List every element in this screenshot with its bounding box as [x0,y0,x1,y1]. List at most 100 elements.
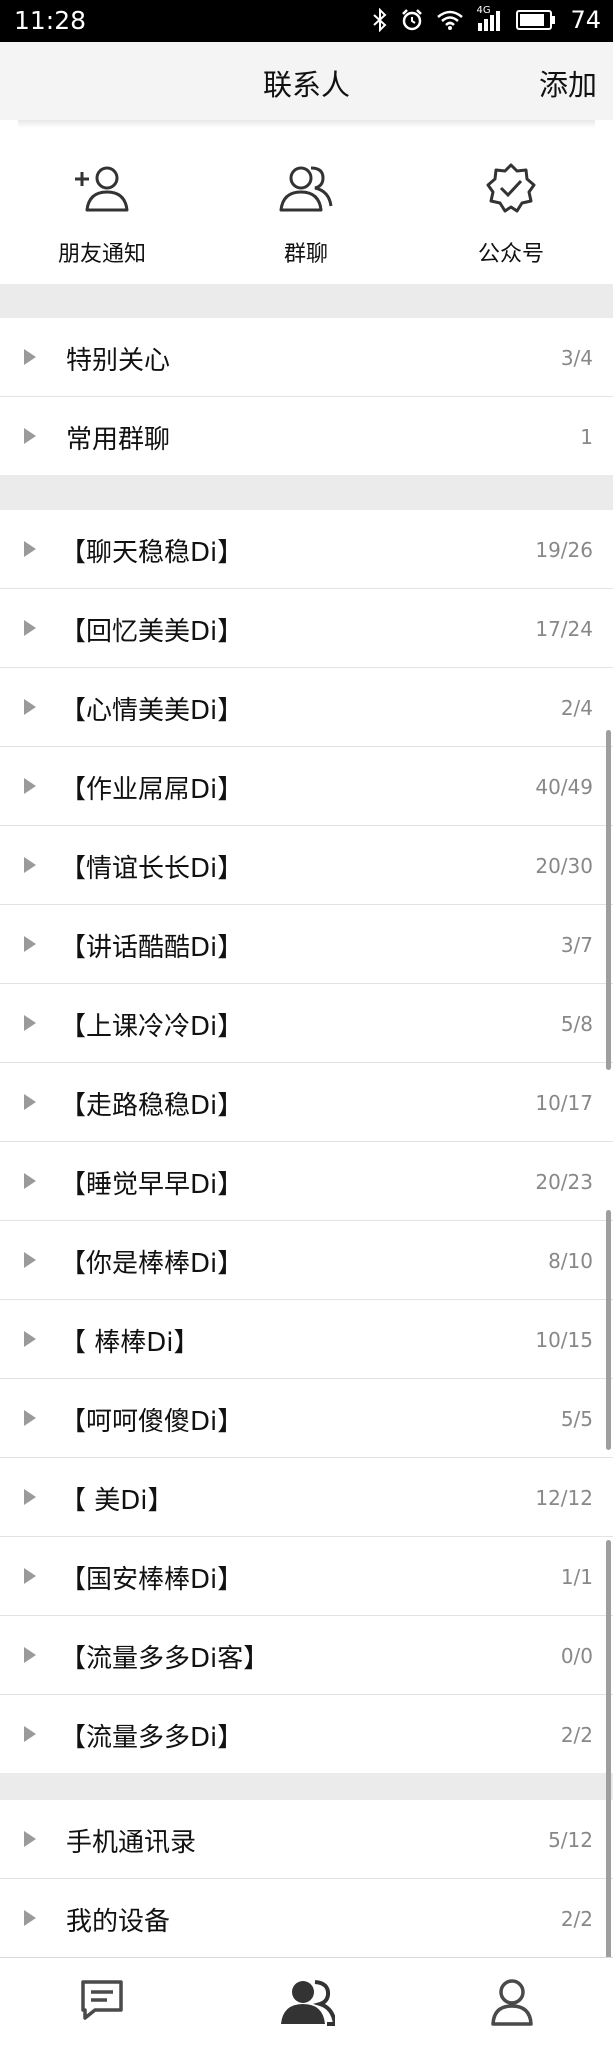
group-count: 40/49 [535,775,593,799]
list-item[interactable]: 【国安棒棒Di】 1/1 [0,1537,613,1616]
group-label: 【你是棒棒Di】 [60,1249,244,1279]
tab-profile[interactable] [482,1978,542,2028]
group-label: 【 美Di】 [60,1486,174,1516]
other-groups-section: 手机通讯录 5/12 我的设备 2/2 [0,1800,613,1957]
group-label: 【 棒棒Di】 [60,1328,200,1358]
list-item[interactable]: 【讲话酷酷Di】 3/7 [0,905,613,984]
expand-arrow-icon [24,428,36,444]
group-count: 5/5 [560,1407,593,1431]
group-label: 【讲话酷酷Di】 [60,933,244,963]
profile-icon [491,1979,533,2026]
group-count: 2/4 [560,696,593,720]
group-count: 17/24 [535,617,593,641]
group-chat-button[interactable]: 群聊 [204,158,408,268]
expand-arrow-icon [24,1831,36,1847]
list-item[interactable]: 【作业屌屌Di】 40/49 [0,747,613,826]
tab-contacts[interactable] [278,1978,338,2028]
expand-arrow-icon [24,1094,36,1110]
group-label: 【流量多多Di】 [60,1723,244,1753]
scrollbar[interactable] [606,730,611,1070]
battery-level: 74 [570,6,601,34]
official-account-badge-icon [486,163,536,213]
expand-arrow-icon [24,1489,36,1505]
expand-arrow-icon [24,857,36,873]
expand-arrow-icon [24,936,36,952]
group-label: 【上课冷冷Di】 [60,1012,244,1042]
group-label: 【作业屌屌Di】 [60,775,244,805]
list-item[interactable]: 【你是棒棒Di】 8/10 [0,1221,613,1300]
expand-arrow-icon [24,349,36,365]
bluetooth-icon [373,8,387,32]
group-count: 20/23 [535,1170,593,1194]
list-item[interactable]: 我的设备 2/2 [0,1879,613,1957]
message-icon [81,1980,123,2020]
quick-actions: 朋友通知 群聊 公众号 [0,120,613,284]
list-item[interactable]: 【流量多多Di】 2/2 [0,1695,613,1773]
group-count: 2/2 [560,1907,593,1931]
group-count: 1/1 [560,1565,593,1589]
scrollbar[interactable] [606,1210,611,1450]
group-count: 10/17 [535,1091,593,1115]
list-item[interactable]: 【情谊长长Di】 20/30 [0,826,613,905]
quick-label: 朋友通知 [57,242,146,267]
group-label: 常用群聊 [66,425,171,455]
bottom-tab-bar [0,1957,613,2049]
status-icons: 4G 74 [372,5,601,34]
group-label: 【心情美美Di】 [60,696,244,726]
group-label: 【聊天稳稳Di】 [60,538,244,568]
expand-arrow-icon [24,1015,36,1031]
group-label: 【情谊长长Di】 [60,854,244,884]
group-count: 19/26 [535,538,593,562]
tab-messages[interactable] [72,1978,132,2028]
official-account-button[interactable]: 公众号 [409,158,613,268]
group-label: 【呵呵傻傻Di】 [60,1407,244,1437]
list-item[interactable]: 【上课冷冷Di】 5/8 [0,984,613,1063]
list-item[interactable]: 【心情美美Di】 2/4 [0,668,613,747]
group-count: 5/12 [548,1828,593,1852]
expand-arrow-icon [24,1647,36,1663]
expand-arrow-icon [24,541,36,557]
group-label: 手机通讯录 [66,1828,197,1858]
page-title: 联系人 [262,68,350,102]
list-item[interactable]: 【呵呵傻傻Di】 5/5 [0,1379,613,1458]
status-bar: 11:28 4G 74 [0,0,613,42]
list-item[interactable]: 【走路稳稳Di】 10/17 [0,1063,613,1142]
signal-indicator: 4G [476,5,504,31]
list-item[interactable]: 常用群聊 1 [0,397,613,475]
group-count: 2/2 [560,1723,593,1747]
battery-icon [516,10,556,30]
list-item[interactable]: 【聊天稳稳Di】 19/26 [0,510,613,589]
expand-arrow-icon [24,620,36,636]
expand-arrow-icon [24,1331,36,1347]
list-item[interactable]: 【睡觉早早Di】 20/23 [0,1142,613,1221]
group-label: 【回忆美美Di】 [60,617,244,647]
expand-arrow-icon [24,1726,36,1742]
group-count: 3/4 [560,346,593,370]
expand-arrow-icon [24,1568,36,1584]
expand-arrow-icon [24,1410,36,1426]
quick-label: 群聊 [283,242,328,267]
list-item[interactable]: 【 棒棒Di】 10/15 [0,1300,613,1379]
friend-groups-section: 【聊天稳稳Di】 19/26 【回忆美美Di】 17/24 【心情美美Di】 2/4 … [0,510,613,1773]
alarm-icon [402,9,423,31]
scrollbar[interactable] [606,1540,611,1960]
signal-label: 4G [476,5,491,16]
header-shadow [18,120,595,128]
special-groups-section: 特别关心 3/4 常用群聊 1 [0,318,613,475]
contacts-icon [281,1980,335,2026]
group-count: 5/8 [560,1012,593,1036]
top-header: 联系人 添加 [0,42,613,120]
list-item[interactable]: 【回忆美美Di】 17/24 [0,589,613,668]
group-count: 3/7 [560,933,593,957]
list-item[interactable]: 手机通讯录 5/12 [0,1800,613,1879]
group-label: 【睡觉早早Di】 [60,1170,244,1200]
list-item[interactable]: 特别关心 3/4 [0,318,613,397]
group-count: 20/30 [535,854,593,878]
friend-notice-button[interactable]: 朋友通知 [0,158,204,268]
quick-label: 公众号 [477,242,544,267]
add-button[interactable]: 添加 [539,62,597,104]
add-friend-icon [75,166,129,212]
list-item[interactable]: 【流量多多Di客】 0/0 [0,1616,613,1695]
list-item[interactable]: 【 美Di】 12/12 [0,1458,613,1537]
group-count: 8/10 [548,1249,593,1273]
